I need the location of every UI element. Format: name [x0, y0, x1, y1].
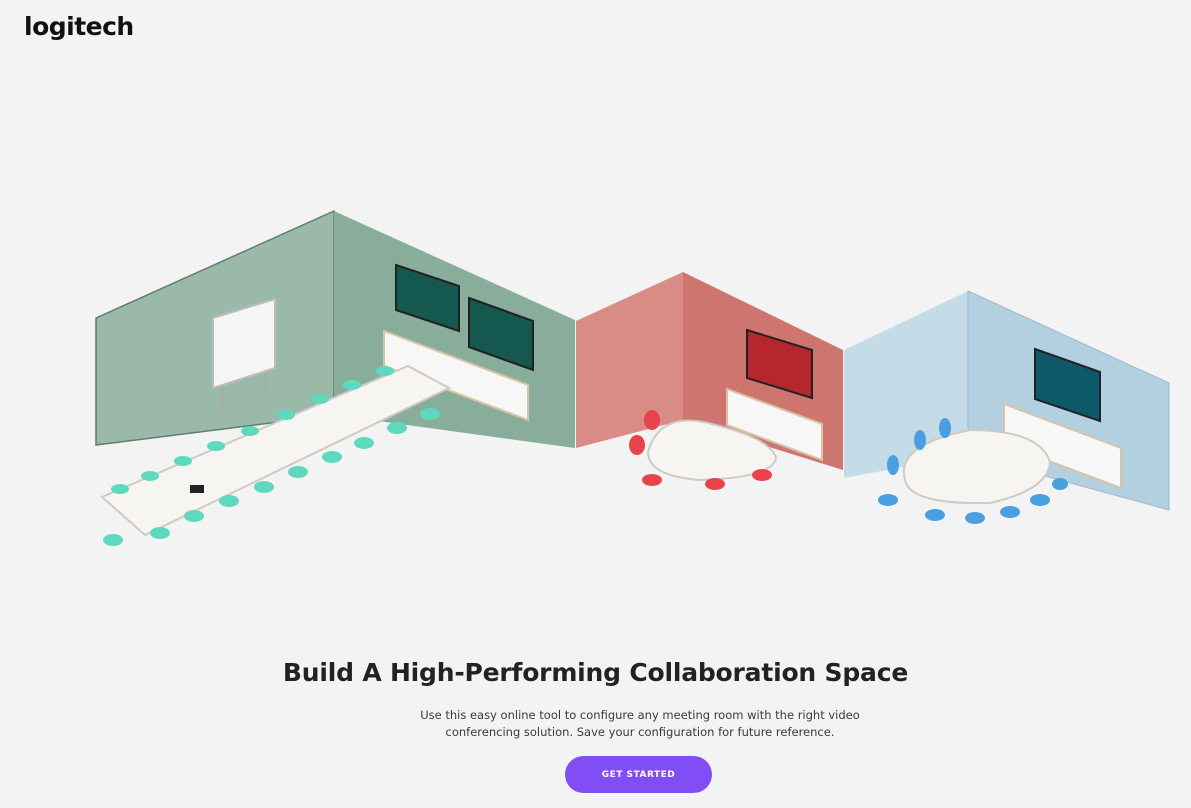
- medium-room: [576, 272, 843, 490]
- hero-subtitle-line2: conferencing solution. Save your configu…: [445, 725, 835, 739]
- meeting-rooms-illustration: [95, 209, 1170, 546]
- medium-room-left-wall: [576, 272, 683, 448]
- logitech-logo[interactable]: logitech: [24, 12, 134, 41]
- large-room: [95, 209, 575, 546]
- hero-subtitle-line1: Use this easy online tool to configure a…: [420, 708, 860, 722]
- get-started-button[interactable]: GET STARTED: [565, 756, 712, 793]
- table-tap-device: [190, 485, 204, 493]
- small-room: [844, 290, 1170, 524]
- hero-subtitle: Use this easy online tool to configure a…: [395, 707, 885, 741]
- hero-title: Build A High-Performing Collaboration Sp…: [282, 658, 909, 687]
